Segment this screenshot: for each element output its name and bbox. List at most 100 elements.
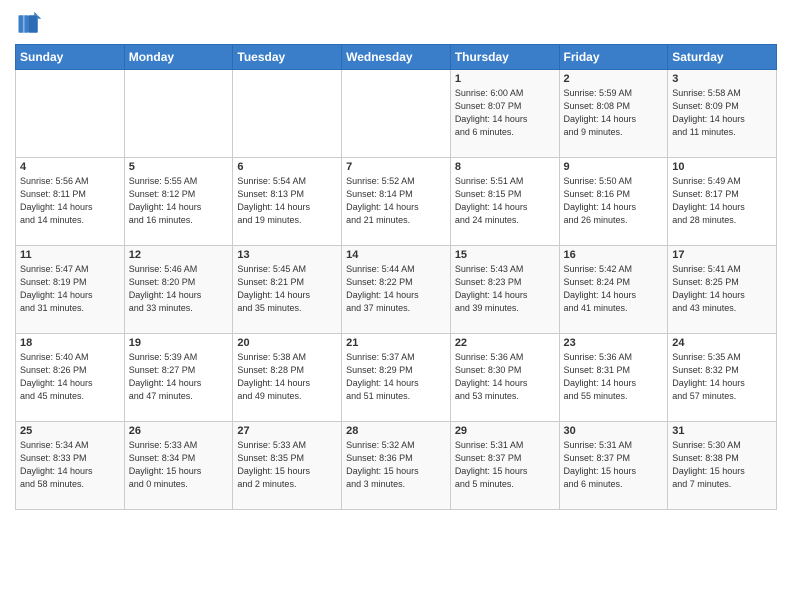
day-number: 15: [455, 249, 555, 261]
day-info: Sunrise: 5:30 AMSunset: 8:38 PMDaylight:…: [672, 439, 772, 491]
day-cell: 5 Sunrise: 5:55 AMSunset: 8:12 PMDaylight…: [124, 158, 233, 246]
week-row-5: 25 Sunrise: 5:34 AMSunset: 8:33 PMDayligh…: [16, 422, 777, 510]
day-info: Sunrise: 5:33 AMSunset: 8:34 PMDaylight:…: [129, 439, 229, 491]
day-info: Sunrise: 5:36 AMSunset: 8:30 PMDaylight:…: [455, 351, 555, 403]
day-info: Sunrise: 5:54 AMSunset: 8:13 PMDaylight:…: [237, 175, 337, 227]
day-cell: 17Sunrise: 5:41 AMSunset: 8:25 PMDayligh…: [668, 246, 777, 334]
day-cell: 8 Sunrise: 5:51 AMSunset: 8:15 PMDaylight…: [450, 158, 559, 246]
day-cell: 10 Sunrise: 5:49 AMSunset: 8:17 PMDayligh…: [668, 158, 777, 246]
day-info: Sunrise: 5:46 AMSunset: 8:20 PMDaylight:…: [129, 263, 229, 315]
day-cell: 24 Sunrise: 5:35 AMSunset: 8:32 PMDayligh…: [668, 334, 777, 422]
day-cell: 19 Sunrise: 5:39 AMSunset: 8:27 PMDayligh…: [124, 334, 233, 422]
day-info: Sunrise: 5:55 AMSunset: 8:12 PMDaylight:…: [129, 175, 229, 227]
day-info: Sunrise: 5:35 AMSunset: 8:32 PMDaylight:…: [672, 351, 772, 403]
day-info: Sunrise: 5:47 AMSunset: 8:19 PMDaylight:…: [20, 263, 120, 315]
day-info: Sunrise: 5:36 AMSunset: 8:31 PMDaylight:…: [564, 351, 664, 403]
day-cell: 18Sunrise: 5:40 AMSunset: 8:26 PMDayligh…: [16, 334, 125, 422]
week-row-4: 18Sunrise: 5:40 AMSunset: 8:26 PMDayligh…: [16, 334, 777, 422]
day-info: Sunrise: 5:41 AMSunset: 8:25 PMDaylight:…: [672, 263, 772, 315]
day-cell: 23 Sunrise: 5:36 AMSunset: 8:31 PMDayligh…: [559, 334, 668, 422]
day-cell: 6 Sunrise: 5:54 AMSunset: 8:13 PMDaylight…: [233, 158, 342, 246]
day-cell: 22 Sunrise: 5:36 AMSunset: 8:30 PMDayligh…: [450, 334, 559, 422]
day-cell: 21 Sunrise: 5:37 AMSunset: 8:29 PMDayligh…: [342, 334, 451, 422]
day-cell: 29 Sunrise: 5:31 AMSunset: 8:37 PMDayligh…: [450, 422, 559, 510]
day-number: 21: [346, 337, 446, 349]
day-number: 10: [672, 161, 772, 173]
day-cell: 26 Sunrise: 5:33 AMSunset: 8:34 PMDayligh…: [124, 422, 233, 510]
day-number: 3: [672, 73, 772, 85]
day-info: Sunrise: 5:31 AMSunset: 8:37 PMDaylight:…: [564, 439, 664, 491]
day-number: 8: [455, 161, 555, 173]
day-number: 25: [20, 425, 120, 437]
day-info: Sunrise: 5:39 AMSunset: 8:27 PMDaylight:…: [129, 351, 229, 403]
header-row: SundayMondayTuesdayWednesdayThursdayFrid…: [16, 45, 777, 70]
logo-icon: [15, 10, 43, 38]
day-info: Sunrise: 5:49 AMSunset: 8:17 PMDaylight:…: [672, 175, 772, 227]
day-number: 5: [129, 161, 229, 173]
day-number: 31: [672, 425, 772, 437]
day-cell: 16Sunrise: 5:42 AMSunset: 8:24 PMDayligh…: [559, 246, 668, 334]
col-header-tuesday: Tuesday: [233, 45, 342, 70]
day-info: Sunrise: 5:51 AMSunset: 8:15 PMDaylight:…: [455, 175, 555, 227]
day-number: 7: [346, 161, 446, 173]
day-info: Sunrise: 5:32 AMSunset: 8:36 PMDaylight:…: [346, 439, 446, 491]
day-number: 23: [564, 337, 664, 349]
calendar-body: 1Sunrise: 6:00 AMSunset: 8:07 PMDaylight…: [16, 70, 777, 510]
day-cell: 20 Sunrise: 5:38 AMSunset: 8:28 PMDayligh…: [233, 334, 342, 422]
logo: [15, 10, 47, 38]
col-header-saturday: Saturday: [668, 45, 777, 70]
day-number: 9: [564, 161, 664, 173]
col-header-wednesday: Wednesday: [342, 45, 451, 70]
day-info: Sunrise: 5:44 AMSunset: 8:22 PMDaylight:…: [346, 263, 446, 315]
day-number: 12: [129, 249, 229, 261]
day-number: 26: [129, 425, 229, 437]
day-cell: [342, 70, 451, 158]
day-number: 11: [20, 249, 120, 261]
day-info: Sunrise: 5:56 AMSunset: 8:11 PMDaylight:…: [20, 175, 120, 227]
day-number: 19: [129, 337, 229, 349]
day-info: Sunrise: 5:59 AMSunset: 8:08 PMDaylight:…: [564, 87, 664, 139]
day-cell: 1Sunrise: 6:00 AMSunset: 8:07 PMDaylight…: [450, 70, 559, 158]
day-cell: [124, 70, 233, 158]
day-number: 6: [237, 161, 337, 173]
day-number: 29: [455, 425, 555, 437]
week-row-2: 4 Sunrise: 5:56 AMSunset: 8:11 PMDaylight…: [16, 158, 777, 246]
day-number: 4: [20, 161, 120, 173]
day-info: Sunrise: 5:33 AMSunset: 8:35 PMDaylight:…: [237, 439, 337, 491]
day-info: Sunrise: 5:50 AMSunset: 8:16 PMDaylight:…: [564, 175, 664, 227]
day-cell: 11 Sunrise: 5:47 AMSunset: 8:19 PMDayligh…: [16, 246, 125, 334]
day-info: Sunrise: 5:37 AMSunset: 8:29 PMDaylight:…: [346, 351, 446, 403]
day-number: 16: [564, 249, 664, 261]
day-number: 24: [672, 337, 772, 349]
day-cell: 3 Sunrise: 5:58 AMSunset: 8:09 PMDaylight…: [668, 70, 777, 158]
day-info: Sunrise: 5:31 AMSunset: 8:37 PMDaylight:…: [455, 439, 555, 491]
day-number: 20: [237, 337, 337, 349]
day-number: 18: [20, 337, 120, 349]
day-info: Sunrise: 5:34 AMSunset: 8:33 PMDaylight:…: [20, 439, 120, 491]
day-cell: 2 Sunrise: 5:59 AMSunset: 8:08 PMDaylight…: [559, 70, 668, 158]
day-cell: 7 Sunrise: 5:52 AMSunset: 8:14 PMDaylight…: [342, 158, 451, 246]
col-header-friday: Friday: [559, 45, 668, 70]
day-cell: 31 Sunrise: 5:30 AMSunset: 8:38 PMDayligh…: [668, 422, 777, 510]
header: [15, 10, 777, 38]
day-cell: 12 Sunrise: 5:46 AMSunset: 8:20 PMDayligh…: [124, 246, 233, 334]
day-cell: 25 Sunrise: 5:34 AMSunset: 8:33 PMDayligh…: [16, 422, 125, 510]
day-number: 27: [237, 425, 337, 437]
calendar: SundayMondayTuesdayWednesdayThursdayFrid…: [15, 44, 777, 510]
day-number: 13: [237, 249, 337, 261]
day-number: 30: [564, 425, 664, 437]
day-cell: 14Sunrise: 5:44 AMSunset: 8:22 PMDayligh…: [342, 246, 451, 334]
day-number: 2: [564, 73, 664, 85]
calendar-header: SundayMondayTuesdayWednesdayThursdayFrid…: [16, 45, 777, 70]
day-cell: 13Sunrise: 5:45 AMSunset: 8:21 PMDayligh…: [233, 246, 342, 334]
day-cell: 28Sunrise: 5:32 AMSunset: 8:36 PMDayligh…: [342, 422, 451, 510]
day-cell: [16, 70, 125, 158]
day-number: 22: [455, 337, 555, 349]
day-cell: [233, 70, 342, 158]
day-cell: 9 Sunrise: 5:50 AMSunset: 8:16 PMDaylight…: [559, 158, 668, 246]
day-info: Sunrise: 5:38 AMSunset: 8:28 PMDaylight:…: [237, 351, 337, 403]
col-header-sunday: Sunday: [16, 45, 125, 70]
week-row-3: 11 Sunrise: 5:47 AMSunset: 8:19 PMDayligh…: [16, 246, 777, 334]
day-info: Sunrise: 5:52 AMSunset: 8:14 PMDaylight:…: [346, 175, 446, 227]
day-info: Sunrise: 5:58 AMSunset: 8:09 PMDaylight:…: [672, 87, 772, 139]
